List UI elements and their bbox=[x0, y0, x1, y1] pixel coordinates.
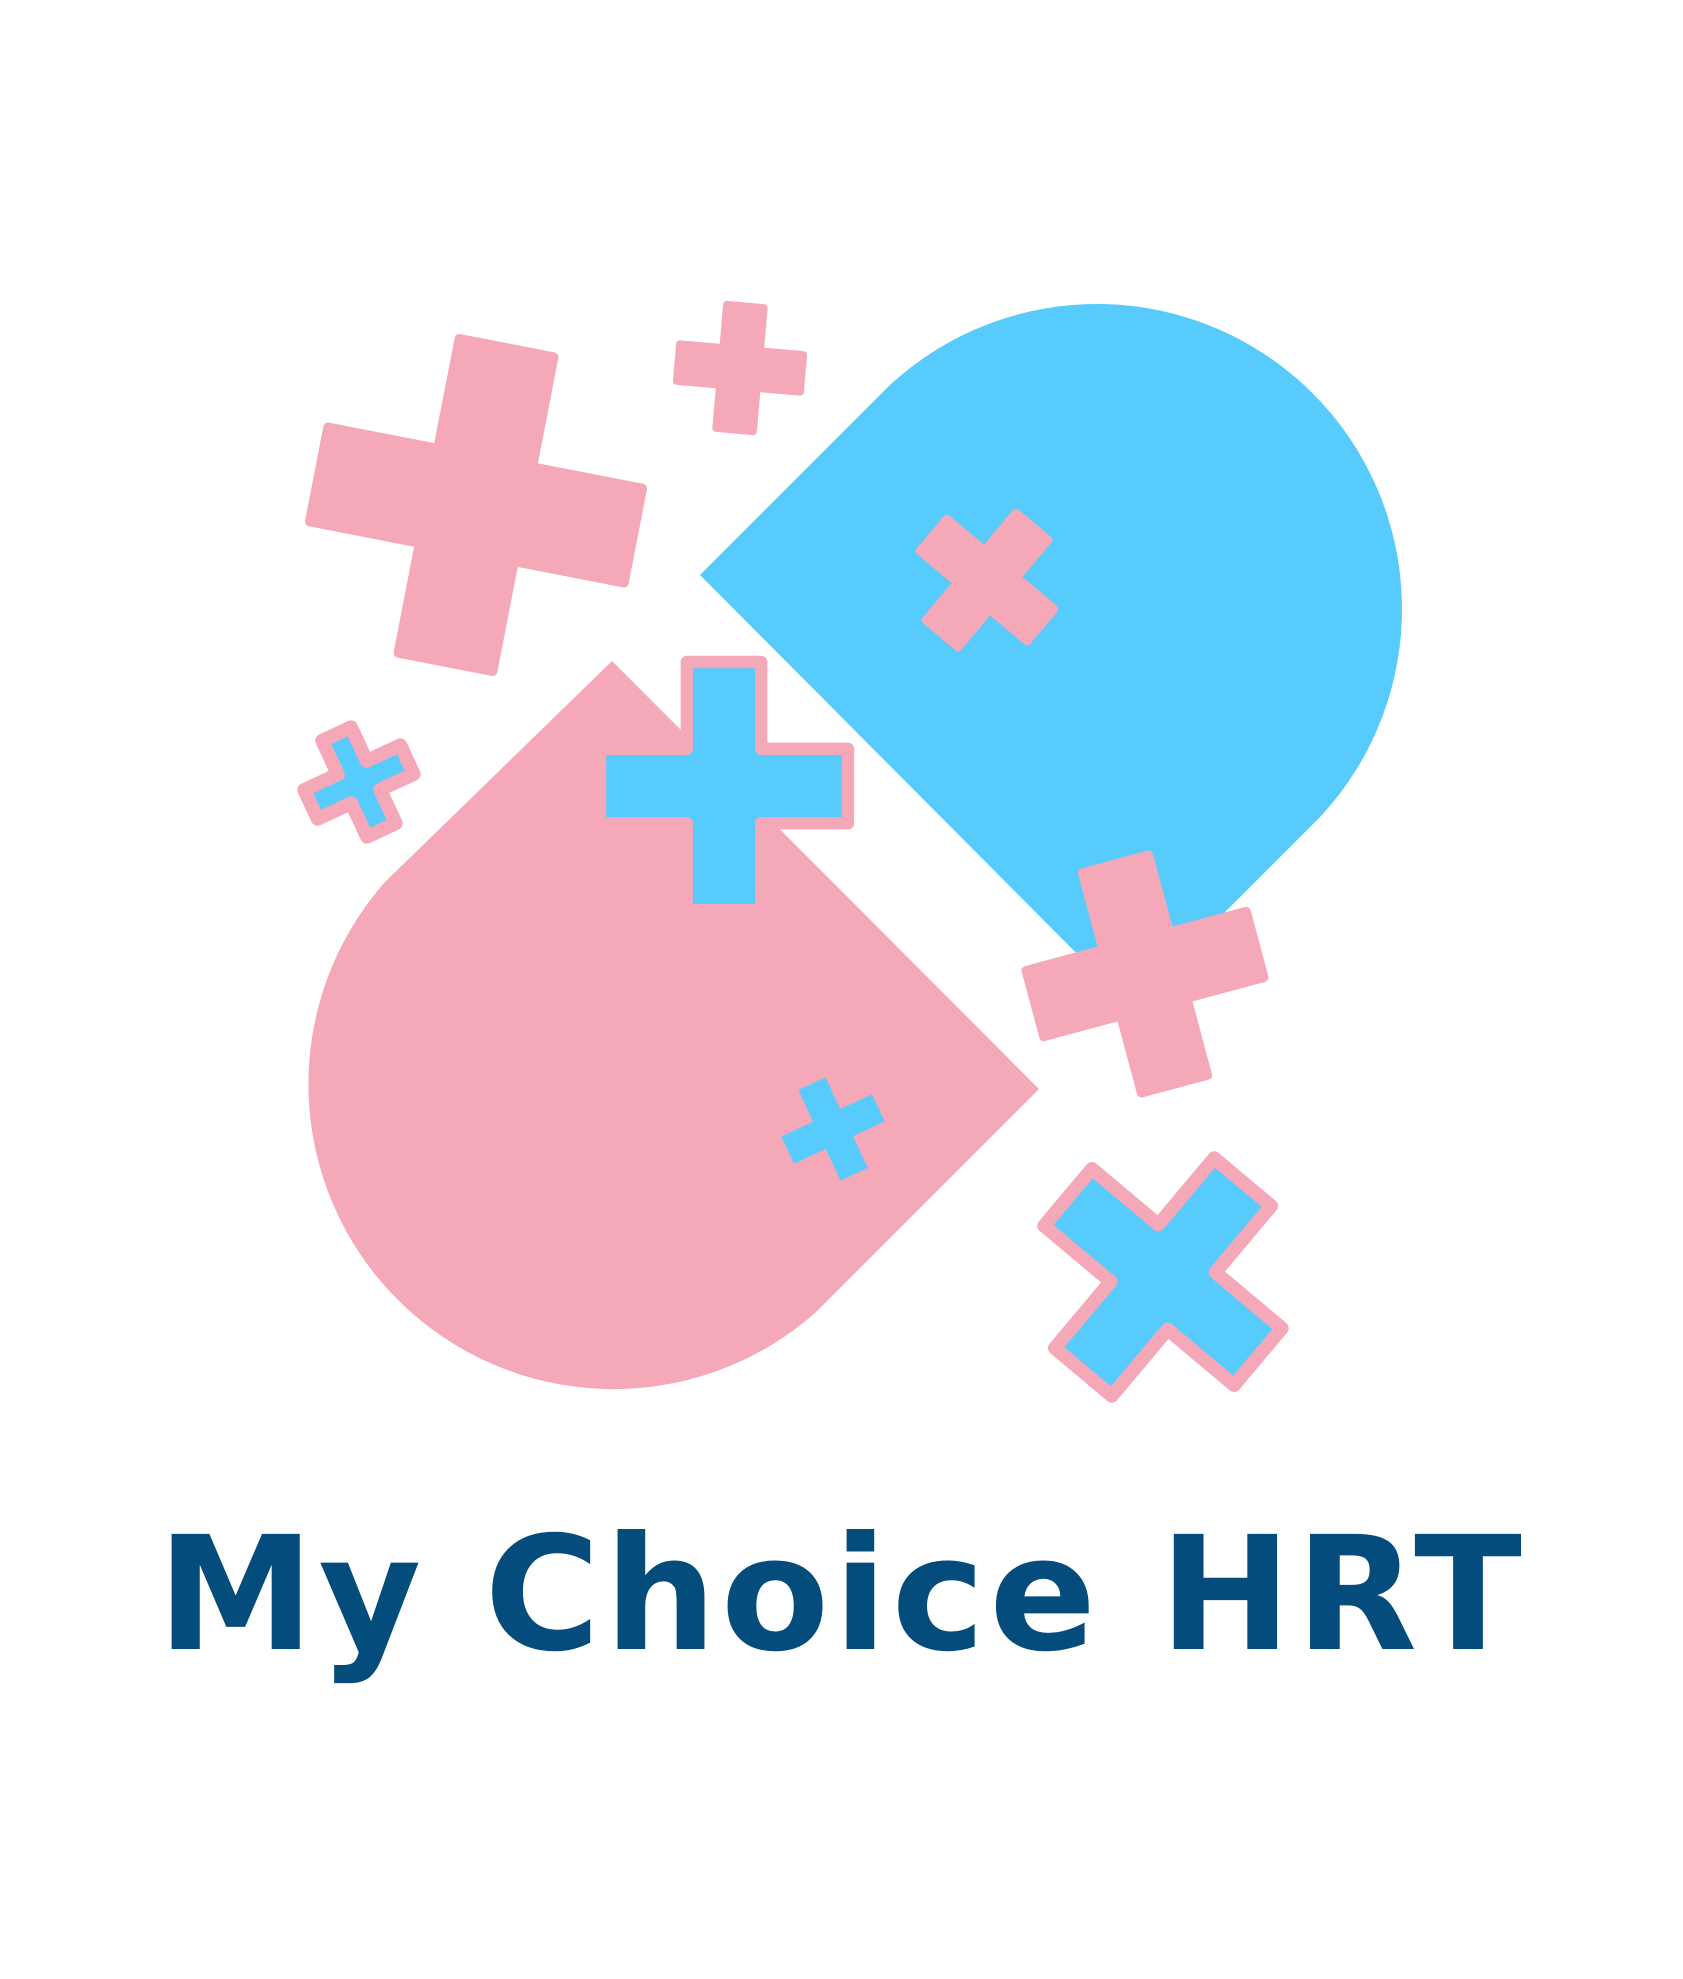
small-blue-plus-icon bbox=[289, 712, 430, 853]
blue-x-icon bbox=[988, 1102, 1337, 1451]
logo-page: My Choice HRT bbox=[0, 0, 1683, 1979]
pink-plus-icon bbox=[288, 317, 663, 692]
brand-name: My Choice HRT bbox=[157, 1503, 1526, 1687]
small-pink-plus-icon bbox=[673, 301, 807, 435]
